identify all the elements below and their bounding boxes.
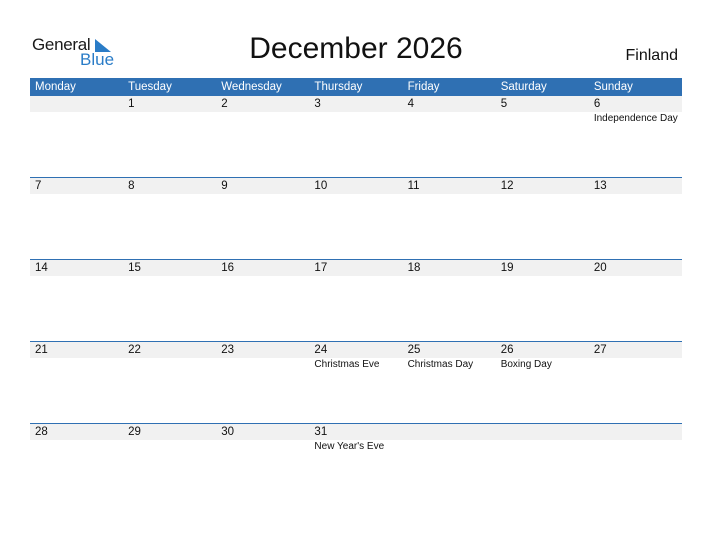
day-number: 23 xyxy=(221,344,235,356)
day-number: 16 xyxy=(221,262,235,274)
week-row: 7 8 9 10 11 12 13 xyxy=(30,177,682,259)
holiday-label xyxy=(496,440,589,453)
day-number: 25 xyxy=(407,344,421,356)
holiday-label: Christmas Eve xyxy=(314,359,380,370)
day-number: 9 xyxy=(221,180,228,192)
holiday-label xyxy=(309,112,402,125)
country-label: Finland xyxy=(625,47,678,64)
weekday-label: Saturday xyxy=(500,81,547,93)
day-number: 20 xyxy=(593,262,607,274)
day-number: 27 xyxy=(593,344,607,356)
day-number: 12 xyxy=(500,180,514,192)
event-row: Christmas Eve Christmas Day Boxing Day xyxy=(30,358,682,371)
day-number xyxy=(30,96,123,112)
day-number-row: 14 15 16 17 18 19 20 xyxy=(30,260,682,276)
page-title: December 2026 xyxy=(249,32,463,65)
holiday-label xyxy=(403,112,496,125)
day-number: 31 xyxy=(314,426,328,438)
holiday-label xyxy=(589,440,682,453)
day-number: 3 xyxy=(314,98,321,110)
event-row: Independence Day xyxy=(30,112,682,125)
weekday-label: Tuesday xyxy=(128,81,172,93)
day-number: 6 xyxy=(593,98,601,110)
holiday-label: New Year's Eve xyxy=(314,441,385,452)
holiday-label xyxy=(30,112,123,125)
weekday-label: Sunday xyxy=(593,81,633,93)
day-number-row: 21 22 23 24 25 26 27 xyxy=(30,342,682,358)
holiday-label xyxy=(123,358,216,371)
day-number: 29 xyxy=(128,426,141,438)
day-number xyxy=(589,424,682,440)
day-number: 8 xyxy=(128,180,135,192)
weekday-label: Monday xyxy=(35,81,76,93)
day-number: 2 xyxy=(221,98,228,110)
holiday-label: Boxing Day xyxy=(500,359,552,370)
day-number-row: 7 8 9 10 11 12 13 xyxy=(30,178,682,194)
day-number: 30 xyxy=(221,426,235,438)
holiday-label xyxy=(496,112,589,125)
day-number: 24 xyxy=(314,344,328,356)
day-number: 15 xyxy=(128,262,141,274)
holiday-label xyxy=(589,358,682,371)
day-number: 26 xyxy=(500,344,514,356)
day-number: 11 xyxy=(407,180,420,192)
holiday-label xyxy=(403,440,496,453)
holiday-label xyxy=(216,358,309,371)
calendar-grid: Monday Tuesday Wednesday Thursday Friday… xyxy=(30,78,682,505)
holiday-label xyxy=(123,112,216,125)
day-number: 21 xyxy=(35,344,48,356)
weekday-header: Monday Tuesday Wednesday Thursday Friday… xyxy=(30,78,682,96)
holiday-label xyxy=(216,440,309,453)
weekday-label: Wednesday xyxy=(221,81,282,93)
day-number: 5 xyxy=(500,98,508,110)
day-number: 10 xyxy=(314,180,328,192)
day-number: 19 xyxy=(500,262,514,274)
holiday-label xyxy=(30,440,123,453)
holiday-label xyxy=(216,112,309,125)
holiday-label xyxy=(123,440,216,453)
day-number: 14 xyxy=(35,262,48,274)
day-number xyxy=(403,424,496,440)
day-number xyxy=(496,424,589,440)
day-number: 28 xyxy=(35,426,48,438)
day-number: 7 xyxy=(35,180,42,192)
day-number: 13 xyxy=(593,180,607,192)
week-row: 14 15 16 17 18 19 20 xyxy=(30,259,682,341)
day-number: 18 xyxy=(407,262,421,274)
day-number: 4 xyxy=(407,98,414,110)
holiday-label: Independence Day xyxy=(593,113,678,124)
weekday-label: Friday xyxy=(407,81,440,93)
holiday-label xyxy=(30,358,123,371)
day-number: 22 xyxy=(128,344,141,356)
week-row: 28 29 30 31 New Year's Eve xyxy=(30,423,682,505)
event-row: New Year's Eve xyxy=(30,440,682,453)
weekday-label: Thursday xyxy=(314,81,363,93)
day-number-row: 1 2 3 4 5 6 xyxy=(30,96,682,112)
week-row: 1 2 3 4 5 6 Independence Day xyxy=(30,96,682,177)
day-number: 1 xyxy=(128,98,135,110)
holiday-label: Christmas Day xyxy=(407,359,474,370)
day-number-row: 28 29 30 31 xyxy=(30,424,682,440)
week-row: 21 22 23 24 25 26 27 Christmas Eve Christmas Day… xyxy=(30,341,682,423)
day-number: 17 xyxy=(314,262,328,274)
